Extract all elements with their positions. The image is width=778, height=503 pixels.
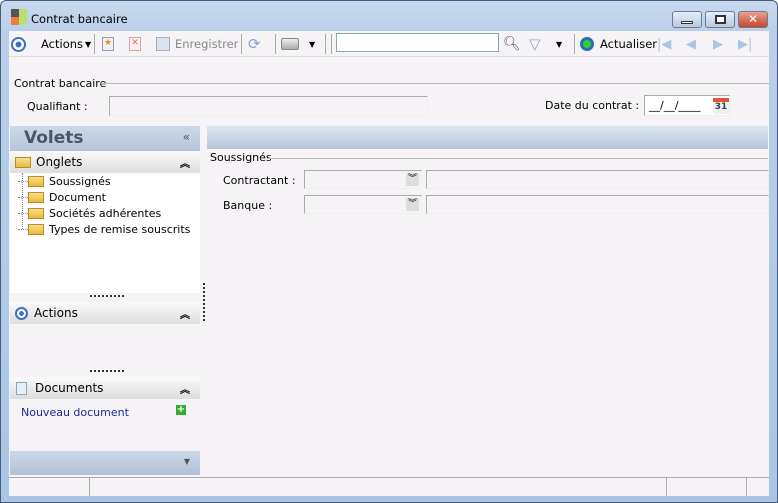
- search-icon[interactable]: 🔍︎: [503, 36, 521, 52]
- chevron-down-icon: ︾: [406, 198, 419, 211]
- tree-item-document[interactable]: Document: [18, 191, 106, 204]
- save-icon: [156, 37, 170, 51]
- documents-header[interactable]: Documents ︽: [10, 377, 200, 399]
- last-record-icon[interactable]: ▶|: [738, 36, 752, 52]
- collapse-icon[interactable]: ︽: [180, 381, 190, 396]
- volets-header: Volets «: [10, 126, 200, 151]
- next-record-icon[interactable]: ▶: [713, 36, 723, 52]
- separator: [241, 34, 242, 54]
- toolbar: Actions ▼ ★ ✕ Enregistrer ⟳ ▼ 🔍︎ ▽ ▼ Actu…: [9, 31, 769, 57]
- previous-record-icon[interactable]: ◀: [686, 36, 696, 52]
- window: Contrat bancaire ✕ Actions ▼ ★ ✕ Enregist…: [0, 0, 778, 503]
- print-icon[interactable]: ▼: [281, 36, 315, 52]
- search-input[interactable]: [336, 33, 499, 52]
- window-title: Contrat bancaire: [31, 12, 128, 26]
- save-button[interactable]: Enregistrer: [156, 36, 238, 52]
- add-icon[interactable]: +: [176, 405, 186, 415]
- separator: [275, 34, 276, 54]
- folder-icon: [28, 192, 44, 203]
- divider: [267, 158, 768, 159]
- separator: [94, 34, 95, 54]
- calendar-icon[interactable]: 31: [713, 98, 729, 114]
- qualifiant-label: Qualifiant :: [27, 100, 88, 113]
- header-group-title: Contrat bancaire: [14, 77, 107, 90]
- target-icon: [15, 306, 28, 320]
- separator: [325, 34, 326, 54]
- date-label: Date du contrat :: [545, 99, 640, 112]
- collapse-icon[interactable]: ︽: [180, 155, 190, 170]
- target-icon[interactable]: [11, 36, 26, 52]
- first-record-icon[interactable]: |◀: [657, 36, 671, 52]
- side-pane: Volets « Onglets ︽ Soussignés Document Soc…: [10, 126, 201, 476]
- new-icon[interactable]: ★: [102, 36, 114, 52]
- collapse-icon[interactable]: ︽: [180, 306, 190, 321]
- filter-dropdown[interactable]: ▼: [556, 36, 562, 52]
- refresh-icon: [580, 37, 594, 51]
- tree-item-soussignes[interactable]: Soussignés: [18, 175, 111, 188]
- contractant-label: Contractant :: [223, 174, 296, 187]
- client-area: Actions ▼ ★ ✕ Enregistrer ⟳ ▼ 🔍︎ ▽ ▼ Actu…: [9, 31, 769, 496]
- delete-icon[interactable]: ✕: [129, 36, 141, 52]
- tree-item-types-remise[interactable]: Types de remise souscrits: [18, 223, 190, 236]
- folder-icon: [15, 156, 31, 168]
- onglets-header[interactable]: Onglets ︽: [10, 151, 200, 173]
- status-bar: [9, 477, 769, 496]
- soussignes-group-title: Soussignés: [210, 151, 272, 164]
- separator: [574, 34, 575, 54]
- qualifiant-field[interactable]: [109, 96, 428, 116]
- sync-icon[interactable]: ⟳: [248, 35, 261, 53]
- separator: [331, 34, 332, 54]
- vertical-splitter[interactable]: [203, 283, 205, 321]
- minimize-button[interactable]: [672, 11, 702, 28]
- new-document-link[interactable]: Nouveau document: [21, 406, 129, 419]
- folder-icon: [28, 208, 44, 219]
- status-cell: [9, 478, 90, 496]
- folder-icon: [28, 224, 44, 235]
- main-header: [207, 126, 768, 149]
- contractant-select[interactable]: ︾: [304, 170, 422, 189]
- actions-header[interactable]: Actions ︽: [10, 302, 200, 324]
- maximize-button[interactable]: [705, 11, 735, 28]
- status-cell: [667, 478, 747, 496]
- app-icon: [11, 9, 27, 26]
- splitter[interactable]: [90, 370, 124, 372]
- banque-select[interactable]: ︾: [304, 195, 422, 214]
- document-icon: [16, 381, 27, 395]
- folder-icon: [28, 176, 44, 187]
- filter-icon[interactable]: ▽: [529, 35, 541, 53]
- close-button[interactable]: ✕: [738, 11, 768, 28]
- status-cell: [90, 478, 667, 496]
- chevron-down-icon: ▼: [183, 457, 190, 466]
- divider: [101, 83, 769, 84]
- tree-item-societes[interactable]: Sociétés adhérentes: [18, 207, 161, 220]
- banque-label: Banque :: [223, 199, 273, 212]
- contractant-name-field[interactable]: [426, 170, 769, 189]
- collapse-pane-icon[interactable]: «: [183, 130, 190, 144]
- tabs-tree: Soussignés Document Sociétés adhérentes …: [10, 173, 200, 293]
- actions-menu[interactable]: Actions ▼: [41, 36, 91, 52]
- pane-footer[interactable]: ▼: [10, 451, 200, 475]
- splitter[interactable]: [90, 295, 124, 297]
- chevron-down-icon: ︾: [406, 173, 419, 186]
- banque-name-field[interactable]: [426, 195, 769, 214]
- refresh-button[interactable]: Actualiser: [580, 36, 657, 52]
